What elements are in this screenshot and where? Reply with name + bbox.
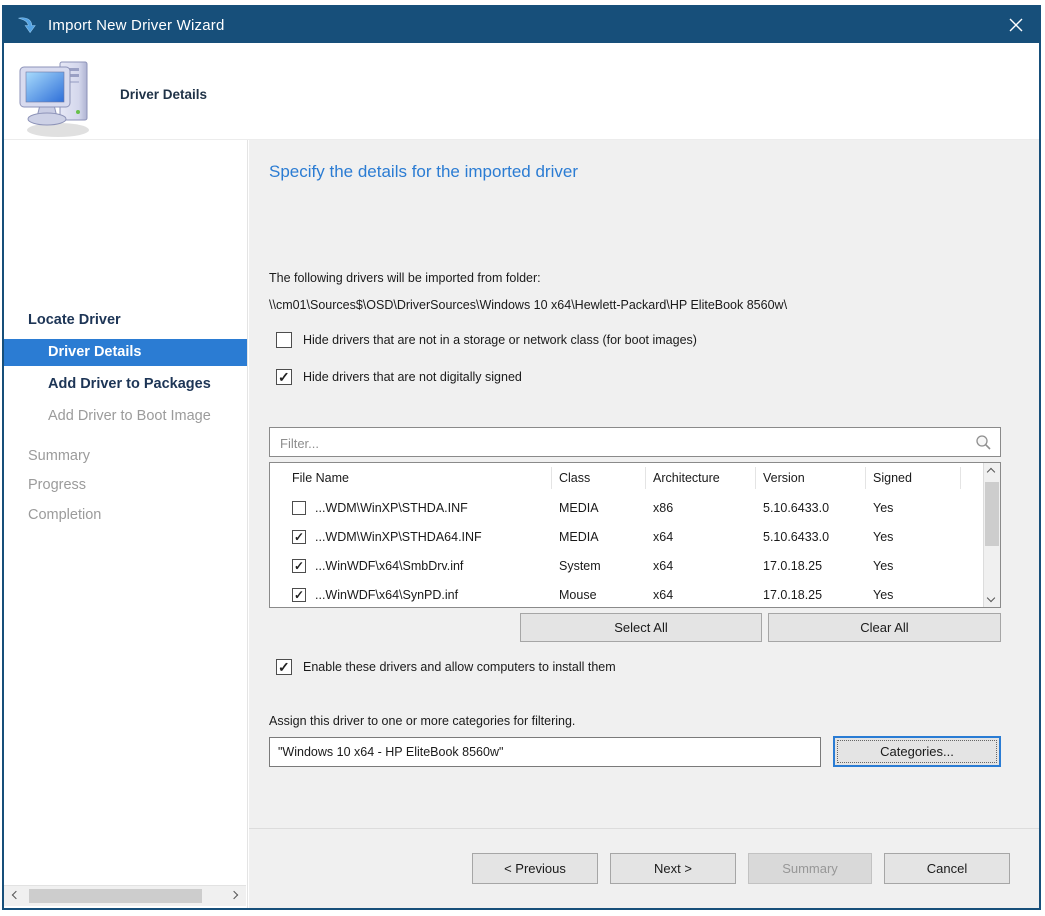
- column-header-version[interactable]: Version: [756, 467, 866, 489]
- row-version: 17.0.18.25: [756, 588, 866, 602]
- page-title: Driver Details: [120, 87, 207, 102]
- driver-table-header: File Name Class Architecture Version Sig…: [270, 463, 1000, 493]
- row-architecture: x64: [646, 559, 756, 573]
- sidebar-horizontal-scrollbar[interactable]: [4, 885, 246, 906]
- row-file-name: ...WinWDF\x64\SmbDrv.inf: [315, 559, 463, 573]
- hide-storage-checkbox-row: Hide drivers that are not in a storage o…: [276, 332, 697, 348]
- row-signed: Yes: [866, 588, 961, 602]
- computer-icon: [18, 57, 98, 145]
- scrollbar-thumb[interactable]: [985, 482, 999, 546]
- row-version: 5.10.6433.0: [756, 501, 866, 515]
- row-architecture: x64: [646, 530, 756, 544]
- sidebar-item-driver-details[interactable]: Driver Details: [4, 339, 248, 366]
- row-checkbox[interactable]: [292, 588, 306, 602]
- sidebar-item-locate-driver[interactable]: Locate Driver: [4, 307, 248, 334]
- close-button[interactable]: [993, 7, 1039, 43]
- title-bar: Import New Driver Wizard: [4, 7, 1039, 43]
- row-file-name: ...WDM\WinXP\STHDA.INF: [315, 501, 468, 515]
- row-file-name: ...WDM\WinXP\STHDA64.INF: [315, 530, 482, 544]
- scrollbar-thumb[interactable]: [29, 889, 202, 903]
- row-signed: Yes: [866, 559, 961, 573]
- wizard-header: Driver Details: [4, 43, 1039, 140]
- folder-path: \\cm01\Sources$\OSD\DriverSources\Window…: [269, 298, 787, 312]
- search-icon: [975, 434, 992, 456]
- scroll-down-icon[interactable]: [987, 594, 995, 602]
- row-file-name: ...WinWDF\x64\SynPD.inf: [315, 588, 458, 602]
- clear-all-button[interactable]: Clear All: [768, 613, 1001, 642]
- table-row[interactable]: ...WinWDF\x64\SynPD.inf Mouse x64 17.0.1…: [270, 580, 983, 608]
- table-row[interactable]: ...WinWDF\x64\SmbDrv.inf System x64 17.0…: [270, 551, 983, 580]
- row-signed: Yes: [866, 530, 961, 544]
- row-class: MEDIA: [552, 501, 646, 515]
- row-architecture: x86: [646, 501, 756, 515]
- column-header-signed[interactable]: Signed: [866, 467, 961, 489]
- table-vertical-scrollbar[interactable]: [983, 463, 1000, 607]
- select-all-button[interactable]: Select All: [520, 613, 762, 642]
- sidebar-item-add-driver-to-boot-image: Add Driver to Boot Image: [4, 403, 248, 430]
- row-signed: Yes: [866, 501, 961, 515]
- row-checkbox[interactable]: [292, 501, 306, 515]
- enable-drivers-checkbox-row: Enable these drivers and allow computers…: [276, 659, 616, 675]
- column-header-architecture[interactable]: Architecture: [646, 467, 756, 489]
- enable-drivers-label: Enable these drivers and allow computers…: [303, 660, 616, 674]
- row-architecture: x64: [646, 588, 756, 602]
- table-row[interactable]: ...WDM\WinXP\STHDA.INF MEDIA x86 5.10.64…: [270, 493, 983, 522]
- footer-divider: [249, 828, 1039, 829]
- categories-button[interactable]: Categories...: [833, 736, 1001, 767]
- category-field-wrap: [269, 737, 821, 767]
- hide-unsigned-checkbox-row: Hide drivers that are not digitally sign…: [276, 369, 522, 385]
- row-class: Mouse: [552, 588, 646, 602]
- folder-label: The following drivers will be imported f…: [269, 271, 541, 285]
- row-version: 17.0.18.25: [756, 559, 866, 573]
- sidebar-item-add-driver-to-packages[interactable]: Add Driver to Packages: [4, 371, 248, 398]
- row-checkbox[interactable]: [292, 559, 306, 573]
- hide-unsigned-label: Hide drivers that are not digitally sign…: [303, 370, 522, 384]
- content-heading: Specify the details for the imported dri…: [269, 162, 578, 182]
- close-icon: [1009, 18, 1023, 32]
- row-class: MEDIA: [552, 530, 646, 544]
- wizard-step-sidebar: Locate Driver Driver Details Add Driver …: [4, 140, 248, 908]
- driver-table-rows: ...WDM\WinXP\STHDA.INF MEDIA x86 5.10.64…: [270, 493, 983, 608]
- import-driver-wizard-window: Import New Driver Wizard: [2, 5, 1041, 910]
- column-header-file-name[interactable]: File Name: [270, 467, 552, 489]
- next-button[interactable]: Next >: [610, 853, 736, 884]
- window-title: Import New Driver Wizard: [48, 17, 225, 34]
- wizard-content: Specify the details for the imported dri…: [249, 140, 1039, 908]
- cancel-button[interactable]: Cancel: [884, 853, 1010, 884]
- sidebar-item-completion: Completion: [4, 502, 248, 529]
- hide-storage-checkbox[interactable]: [276, 332, 292, 348]
- category-field[interactable]: [269, 737, 821, 767]
- table-row[interactable]: ...WDM\WinXP\STHDA64.INF MEDIA x64 5.10.…: [270, 522, 983, 551]
- row-class: System: [552, 559, 646, 573]
- scroll-up-icon[interactable]: [987, 468, 995, 476]
- filter-input[interactable]: [278, 431, 962, 455]
- column-header-class[interactable]: Class: [552, 467, 646, 489]
- enable-drivers-checkbox[interactable]: [276, 659, 292, 675]
- scroll-left-icon[interactable]: [12, 891, 20, 899]
- sidebar-item-progress: Progress: [4, 472, 248, 499]
- row-checkbox[interactable]: [292, 530, 306, 544]
- filter-box: [269, 427, 1001, 457]
- summary-button: Summary: [748, 853, 872, 884]
- hide-storage-label: Hide drivers that are not in a storage o…: [303, 333, 697, 347]
- assign-categories-label: Assign this driver to one or more catego…: [269, 714, 575, 728]
- row-version: 5.10.6433.0: [756, 530, 866, 544]
- driver-table: File Name Class Architecture Version Sig…: [269, 462, 1001, 608]
- wizard-arrow-icon: [17, 16, 37, 35]
- sidebar-item-summary: Summary: [4, 443, 248, 470]
- scroll-right-icon[interactable]: [230, 891, 238, 899]
- previous-button[interactable]: < Previous: [472, 853, 598, 884]
- hide-unsigned-checkbox[interactable]: [276, 369, 292, 385]
